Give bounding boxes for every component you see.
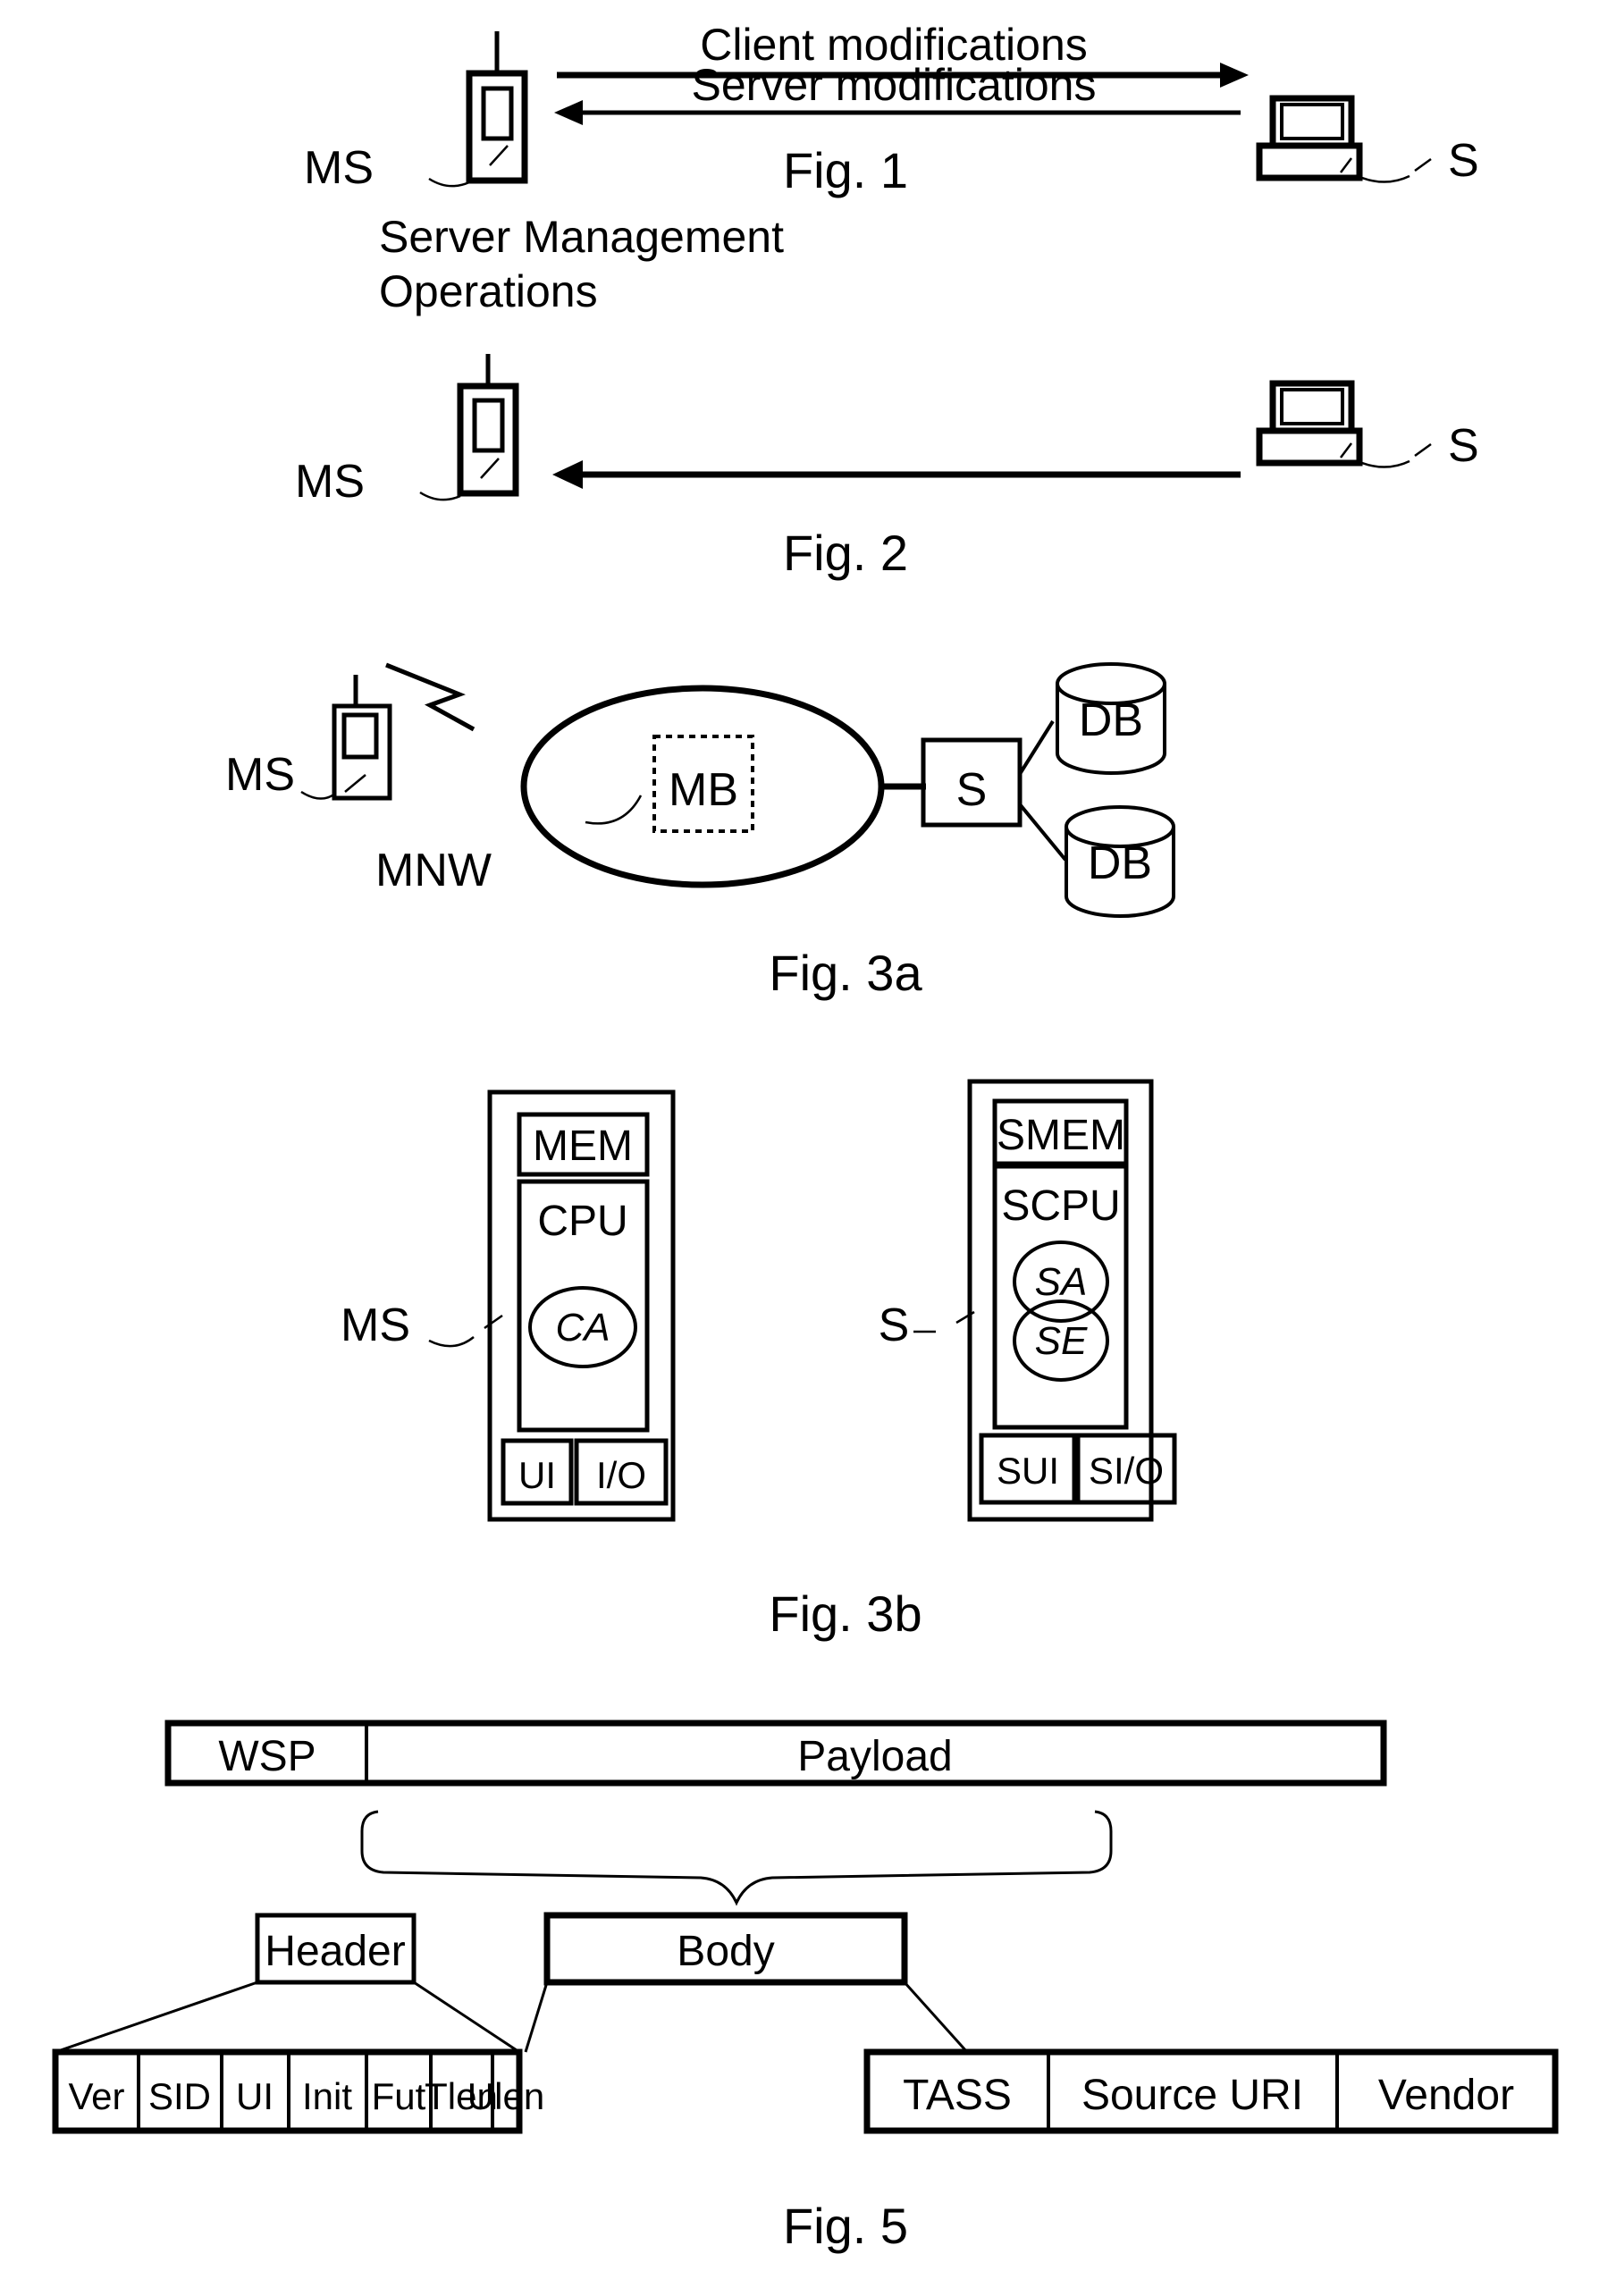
lightning-bolt-icon bbox=[385, 662, 475, 732]
fig2-ms-leader bbox=[419, 491, 461, 501]
fig2-s-leader-tick bbox=[1414, 442, 1432, 458]
fig2-s-leader bbox=[1361, 459, 1410, 468]
header-field-init: Init bbox=[302, 2075, 352, 2117]
mb-node-label: MB bbox=[669, 764, 738, 816]
fig2-arrow-label-line1: Server Management bbox=[379, 212, 784, 262]
figure-3a: MS MB MNW S DB DB Fig. 3a bbox=[225, 662, 1175, 1001]
wsp-field-label: WSP bbox=[218, 1733, 316, 1780]
body-field-source-uri: Source URI bbox=[1081, 2072, 1303, 2119]
io-label: I/O bbox=[596, 1454, 646, 1496]
server-computer-icon bbox=[1256, 95, 1363, 181]
fig2-ms-label: MS bbox=[295, 456, 365, 508]
figure-1: MS S Client modifications Server modific… bbox=[304, 20, 1479, 198]
fig1-s-leader bbox=[1361, 174, 1410, 183]
server-computer-icon bbox=[1256, 380, 1363, 467]
fig3b-ms-leader-tick bbox=[484, 1314, 503, 1330]
fig2-caption: Fig. 2 bbox=[783, 525, 908, 581]
fig2-arrow-label-line2: Operations bbox=[379, 266, 598, 316]
sa-label: SA bbox=[1035, 1260, 1088, 1304]
scpu-label: SCPU bbox=[1001, 1182, 1120, 1230]
server-db1-link bbox=[1018, 719, 1055, 776]
fig3b-caption: Fig. 3b bbox=[769, 1585, 922, 1642]
header-field-fut: Fut bbox=[372, 2075, 426, 2117]
db2-label: DB bbox=[1088, 837, 1152, 889]
body-fan-connectors bbox=[524, 1981, 969, 2054]
fig3a-ms-leader bbox=[300, 790, 336, 800]
payload-brace bbox=[360, 1810, 1113, 1906]
header-field-ui: UI bbox=[236, 2075, 274, 2117]
header-field-sid: SID bbox=[148, 2075, 211, 2117]
smem-label: SMEM bbox=[997, 1112, 1125, 1159]
body-field-tass: TASS bbox=[903, 2072, 1012, 2119]
fig1-caption: Fig. 1 bbox=[783, 142, 908, 198]
patent-drawing-sheet: MS S Client modifications Server modific… bbox=[0, 0, 1599, 2296]
header-fan-connectors bbox=[55, 1981, 520, 2054]
body-field-vendor: Vendor bbox=[1378, 2072, 1514, 2119]
figure-2: MS S Server Management Operations Fig. 2 bbox=[295, 212, 1479, 581]
ui-label: UI bbox=[518, 1454, 556, 1496]
fig1-s-leader-tick bbox=[1414, 157, 1432, 172]
mnw-label: MNW bbox=[375, 845, 492, 896]
fig5-caption: Fig. 5 bbox=[783, 2198, 908, 2254]
fig1-ms-leader bbox=[428, 177, 470, 188]
figure-5: WSP Payload Header Body Ver SID UI Init … bbox=[52, 1720, 1559, 2254]
fig2-arrow-server-management-operations bbox=[552, 460, 1241, 489]
header-field-ver: Ver bbox=[68, 2075, 124, 2117]
mobile-station-icon bbox=[332, 675, 392, 801]
header-title-label: Header bbox=[265, 1928, 405, 1975]
db1-label: DB bbox=[1079, 694, 1143, 746]
fig1-ms-label: MS bbox=[304, 142, 374, 194]
payload-field-label: Payload bbox=[797, 1733, 952, 1780]
sio-label: SI/O bbox=[1089, 1450, 1164, 1492]
fig3b-ms-leader bbox=[428, 1336, 475, 1348]
figure-3b: MEM CPU CA UI I/O MS SMEM SCPU SA SE SUI… bbox=[341, 1079, 1177, 1642]
mobile-station-icon bbox=[466, 31, 528, 184]
fig3a-mnw-leader bbox=[585, 795, 643, 825]
fig2-s-label: S bbox=[1448, 420, 1479, 472]
header-field-ulen: Ulen bbox=[467, 2075, 544, 2117]
mem-label: MEM bbox=[533, 1123, 633, 1170]
cpu-label: CPU bbox=[537, 1198, 627, 1245]
server-db2-link bbox=[1018, 803, 1067, 862]
packet-bar bbox=[164, 1720, 1387, 1787]
mobile-station-icon bbox=[457, 354, 519, 497]
fig3a-server-label: S bbox=[956, 764, 988, 816]
fig3a-ms-label: MS bbox=[225, 749, 295, 801]
fig3b-ms-label: MS bbox=[341, 1299, 410, 1351]
se-label: SE bbox=[1035, 1319, 1088, 1363]
fig1-arrow-label-server: Server modifications bbox=[692, 60, 1097, 110]
body-title-label: Body bbox=[677, 1928, 774, 1975]
drawing-canvas: MS S Client modifications Server modific… bbox=[52, 20, 1559, 2254]
fig3a-caption: Fig. 3a bbox=[769, 945, 922, 1001]
sui-label: SUI bbox=[997, 1450, 1059, 1492]
fig3b-server-label: S bbox=[879, 1299, 910, 1351]
fig1-s-label: S bbox=[1448, 135, 1479, 187]
ca-label: CA bbox=[555, 1306, 610, 1350]
